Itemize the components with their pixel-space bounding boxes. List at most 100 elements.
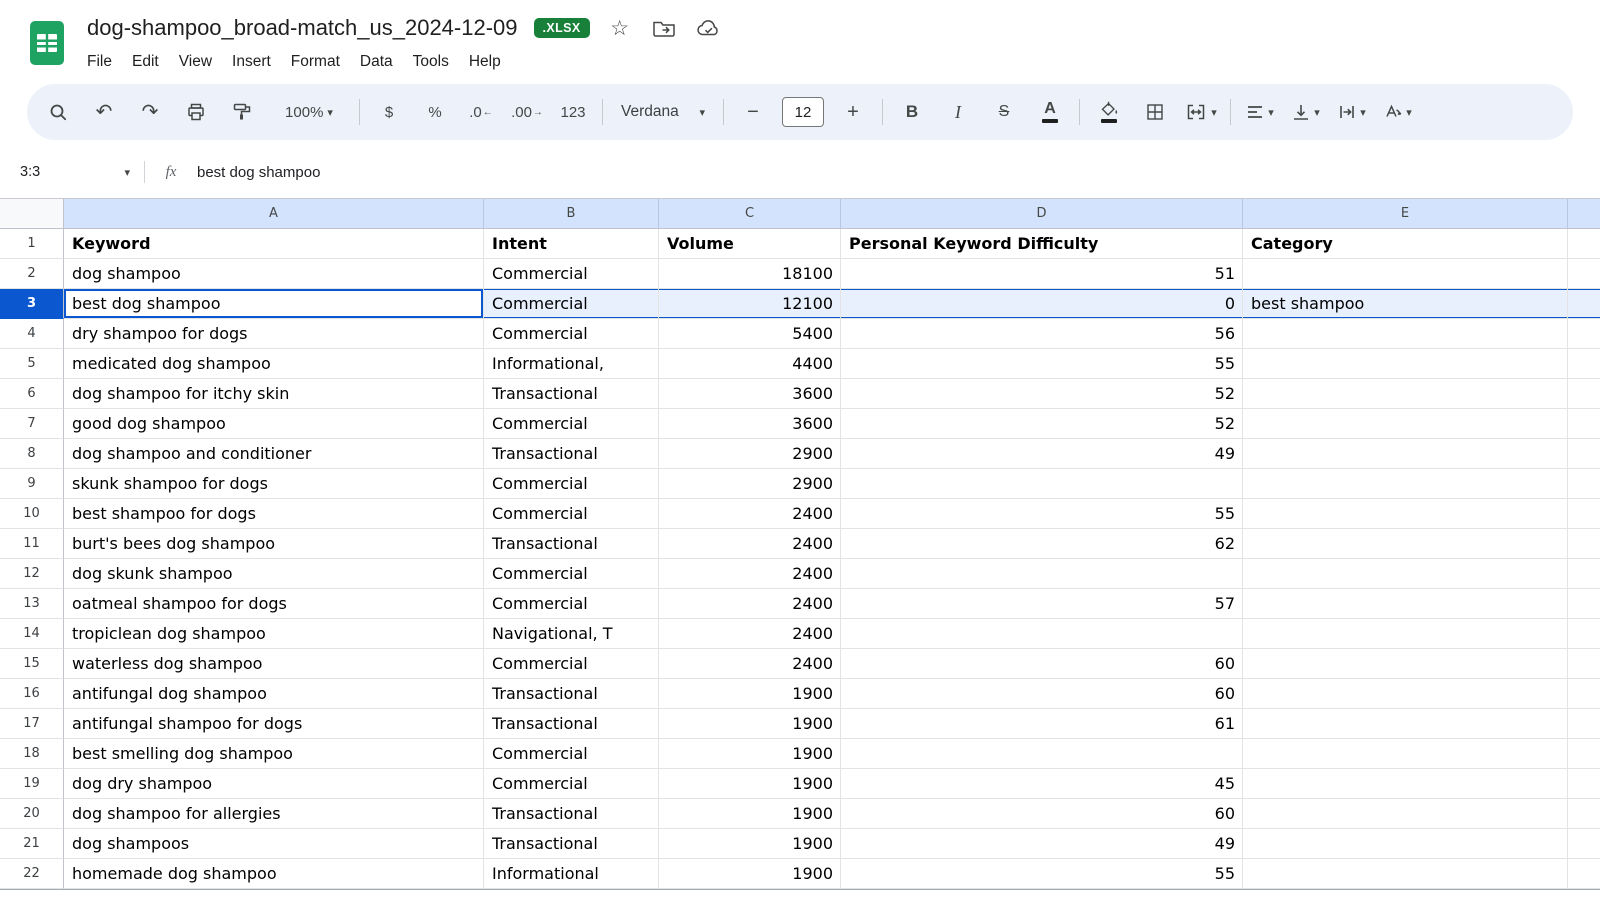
cell-D6[interactable]: 52 [841,379,1243,409]
cell-D9[interactable] [841,469,1243,499]
increase-decimal-button[interactable]: .00 → [510,95,544,129]
cell-B22[interactable]: Informational [484,859,659,889]
cell-E5[interactable] [1243,349,1568,379]
search-button[interactable] [41,95,75,129]
cell-B13[interactable]: Commercial [484,589,659,619]
cell-D4[interactable]: 56 [841,319,1243,349]
cell-C12[interactable]: 2400 [659,559,841,589]
cell-A14[interactable]: tropiclean dog shampoo [64,619,484,649]
cell-E9[interactable] [1243,469,1568,499]
cell-E18[interactable] [1243,739,1568,769]
bold-button[interactable]: B [895,95,929,129]
cell-A19[interactable]: dog dry shampoo [64,769,484,799]
cell-B10[interactable]: Commercial [484,499,659,529]
row-header-7[interactable]: 7 [0,409,64,439]
cell-D11[interactable]: 62 [841,529,1243,559]
cell-E3[interactable]: best shampoo [1243,289,1568,319]
cell-E6[interactable] [1243,379,1568,409]
row-header-4[interactable]: 4 [0,319,64,349]
cell-B6[interactable]: Transactional [484,379,659,409]
cell-E1[interactable]: Category [1243,229,1568,259]
cell-A7[interactable]: good dog shampoo [64,409,484,439]
cell-B17[interactable]: Transactional [484,709,659,739]
cell-D7[interactable]: 52 [841,409,1243,439]
cell-E13[interactable] [1243,589,1568,619]
cell-C9[interactable]: 2900 [659,469,841,499]
cell-E12[interactable] [1243,559,1568,589]
cell-D2[interactable]: 51 [841,259,1243,289]
vertical-align-button[interactable]: ▾ [1289,95,1323,129]
move-to-folder-button[interactable] [650,14,678,42]
menu-format[interactable]: Format [281,48,350,76]
cell-A12[interactable]: dog skunk shampoo [64,559,484,589]
cell-C15[interactable]: 2400 [659,649,841,679]
cell-D13[interactable]: 57 [841,589,1243,619]
cell-B8[interactable]: Transactional [484,439,659,469]
cell-D15[interactable]: 60 [841,649,1243,679]
cell-C14[interactable]: 2400 [659,619,841,649]
increase-font-size-button[interactable]: + [836,95,870,129]
cell-E11[interactable] [1243,529,1568,559]
row-header-8[interactable]: 8 [0,439,64,469]
currency-format-button[interactable]: $ [372,95,406,129]
column-header-E[interactable]: E [1243,199,1568,229]
cell-E2[interactable] [1243,259,1568,289]
cell-A4[interactable]: dry shampoo for dogs [64,319,484,349]
cell-B3[interactable]: Commercial [484,289,659,319]
cell-B21[interactable]: Transactional [484,829,659,859]
column-header-A[interactable]: A [64,199,484,229]
cell-D20[interactable]: 60 [841,799,1243,829]
menu-view[interactable]: View [169,48,222,76]
cell-B2[interactable]: Commercial [484,259,659,289]
cell-C20[interactable]: 1900 [659,799,841,829]
row-header-5[interactable]: 5 [0,349,64,379]
cell-A9[interactable]: skunk shampoo for dogs [64,469,484,499]
cell-D8[interactable]: 49 [841,439,1243,469]
row-header-19[interactable]: 19 [0,769,64,799]
cell-B5[interactable]: Informational, [484,349,659,379]
row-header-3[interactable]: 3 [0,289,64,319]
document-status-button[interactable] [694,14,722,42]
row-header-12[interactable]: 12 [0,559,64,589]
menu-edit[interactable]: Edit [122,48,169,76]
cell-E21[interactable] [1243,829,1568,859]
star-button[interactable]: ☆ [606,14,634,42]
cell-B12[interactable]: Commercial [484,559,659,589]
cell-A2[interactable]: dog shampoo [64,259,484,289]
cell-C3[interactable]: 12100 [659,289,841,319]
redo-button[interactable]: ↷ [133,95,167,129]
row-header-15[interactable]: 15 [0,649,64,679]
more-formats-button[interactable]: 123 [556,95,590,129]
decrease-decimal-button[interactable]: .0 ← [464,95,498,129]
menu-help[interactable]: Help [459,48,511,76]
cell-C17[interactable]: 1900 [659,709,841,739]
cell-A11[interactable]: burt's bees dog shampoo [64,529,484,559]
cell-B18[interactable]: Commercial [484,739,659,769]
row-header-22[interactable]: 22 [0,859,64,889]
menu-insert[interactable]: Insert [222,48,281,76]
cell-B20[interactable]: Transactional [484,799,659,829]
print-button[interactable] [179,95,213,129]
cell-D12[interactable] [841,559,1243,589]
row-header-6[interactable]: 6 [0,379,64,409]
cell-B14[interactable]: Navigational, T [484,619,659,649]
cell-B19[interactable]: Commercial [484,769,659,799]
cell-B11[interactable]: Transactional [484,529,659,559]
borders-button[interactable] [1138,95,1172,129]
cell-A3[interactable]: best dog shampoo [64,289,484,319]
cell-B4[interactable]: Commercial [484,319,659,349]
row-header-9[interactable]: 9 [0,469,64,499]
cell-A18[interactable]: best smelling dog shampoo [64,739,484,769]
fill-color-button[interactable] [1092,95,1126,129]
cell-D18[interactable] [841,739,1243,769]
cell-C2[interactable]: 18100 [659,259,841,289]
undo-button[interactable]: ↶ [87,95,121,129]
cell-C10[interactable]: 2400 [659,499,841,529]
cell-E4[interactable] [1243,319,1568,349]
row-header-2[interactable]: 2 [0,259,64,289]
italic-button[interactable]: I [941,95,975,129]
cell-A5[interactable]: medicated dog shampoo [64,349,484,379]
column-header-C[interactable]: C [659,199,841,229]
column-header-D[interactable]: D [841,199,1243,229]
cell-C1[interactable]: Volume [659,229,841,259]
